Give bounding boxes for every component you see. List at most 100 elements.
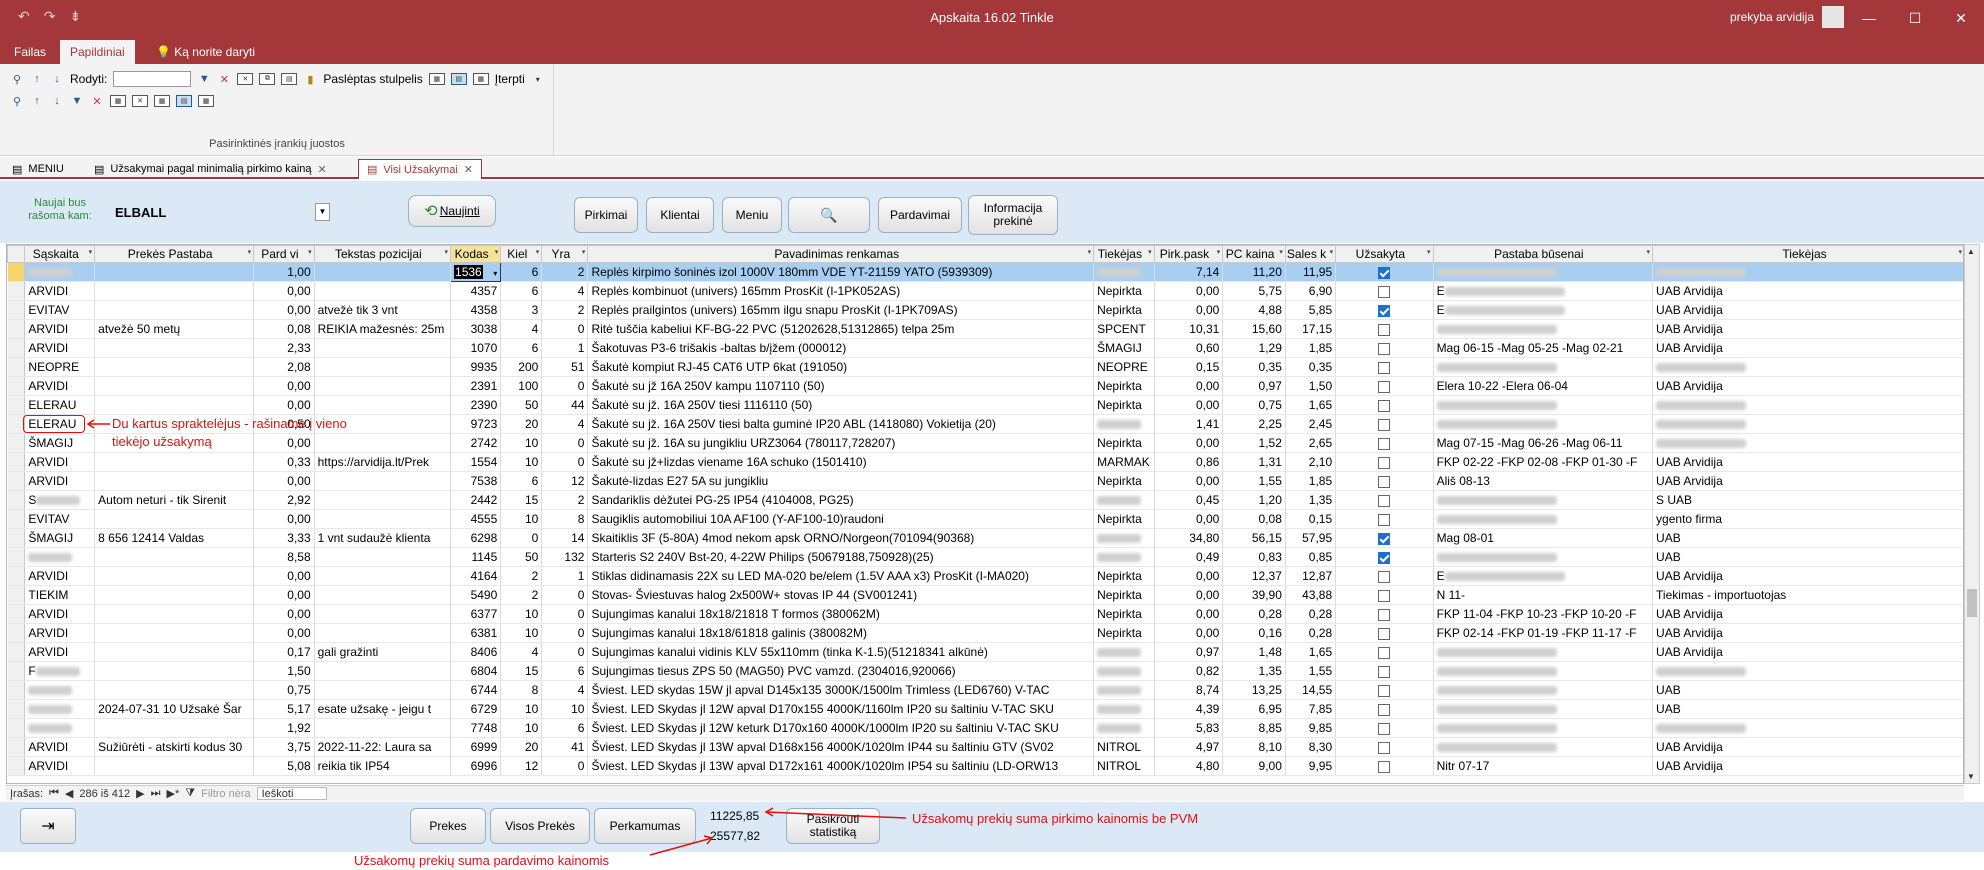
table-cell[interactable]: 0,33 (253, 452, 315, 472)
table-cell[interactable]: ARVIDI (24, 642, 96, 662)
row-selector[interactable] (7, 319, 26, 339)
table-cell[interactable]: 8 (500, 680, 543, 700)
table-cell[interactable]: 0 (541, 319, 589, 339)
table-cell[interactable]: ARVIDI (24, 471, 96, 491)
row-selector[interactable] (7, 300, 26, 320)
table-cell[interactable]: Sujungimas tiesus ZPS 50 (MAG50) PVC vam… (587, 661, 1095, 681)
table-cell[interactable] (1433, 509, 1654, 529)
table-cell[interactable]: UAB Arvidija (1652, 319, 1963, 339)
table-cell[interactable]: Saugiklis automobiliui 10A AF100 (Y-AF10… (587, 509, 1095, 529)
table-cell[interactable] (94, 623, 255, 643)
row-selector[interactable] (7, 661, 26, 681)
table-cell[interactable]: 2,45 (1285, 414, 1337, 434)
table-cell[interactable]: Mag 06-15 -Mag 05-25 -Mag 02-21 (1433, 338, 1654, 358)
table-cell[interactable]: UAB Arvidija (1652, 604, 1963, 624)
table-cell[interactable]: 4,97 (1154, 737, 1224, 757)
column-filter-dropdown-icon[interactable]: ▾ (445, 248, 449, 256)
table-cell[interactable]: 1,65 (1285, 395, 1337, 415)
table-cell[interactable]: NITROL (1093, 737, 1155, 757)
scrollbar-thumb[interactable] (1967, 589, 1977, 617)
table-cell[interactable] (1335, 319, 1434, 339)
table-cell[interactable] (94, 509, 255, 529)
row-selector[interactable] (7, 756, 26, 776)
maximize-button[interactable]: ☐ (1892, 0, 1938, 36)
table-cell[interactable]: 1,00 (253, 262, 315, 282)
copy-icon[interactable]: ⧉ (259, 73, 276, 85)
table-cell[interactable]: 0,00 (1154, 433, 1224, 453)
table-cell[interactable] (1433, 737, 1654, 757)
table-cell[interactable]: 0,28 (1222, 604, 1286, 624)
table-cell[interactable]: UAB Arvidija (1652, 623, 1963, 643)
table-cell[interactable]: 0,00 (253, 509, 315, 529)
ordered-checkbox[interactable] (1378, 380, 1391, 393)
avatar[interactable] (1822, 6, 1844, 28)
table-cell[interactable]: 6999 (450, 737, 502, 757)
table-cell[interactable] (94, 642, 255, 662)
row-selector[interactable] (7, 490, 26, 510)
table-cell[interactable]: 0,28 (1285, 623, 1337, 643)
table-cell[interactable]: Šakutė su jž. 16A 250V tiesi 1116110 (50… (587, 395, 1095, 415)
table-cell[interactable]: Šakutė su jž 16A 250V kampu 1107110 (50) (587, 376, 1095, 396)
table-cell[interactable]: 2024-07-31 10 Užsakė Šar (94, 699, 255, 719)
table-cell[interactable]: Šviest. LED Skydas jl 13W apval D172x161… (587, 756, 1095, 776)
table-cell[interactable]: Skaitiklis 3F (5-80A) 4mod nekom apsk OR… (587, 528, 1095, 548)
table-cell[interactable]: Mag 07-15 -Mag 06-26 -Mag 06-11 (1433, 433, 1654, 453)
table-cell[interactable] (1335, 585, 1434, 605)
table-cell[interactable]: 8,30 (1285, 737, 1337, 757)
table-cell[interactable] (94, 376, 255, 396)
table-cell[interactable]: Replės prailgintos (univers) 165mm ilgu … (587, 300, 1095, 320)
table-cell[interactable]: 0 (541, 376, 589, 396)
table-cell[interactable]: ŠMAGIJ (24, 433, 96, 453)
table-cell[interactable] (1093, 547, 1155, 567)
table-cell[interactable] (314, 262, 452, 282)
table-cell[interactable]: 2 (541, 300, 589, 320)
table-cell[interactable]: 8 (541, 509, 589, 529)
table-cell[interactable]: 0,83 (1222, 547, 1286, 567)
table-cell[interactable] (94, 661, 255, 681)
table-row[interactable]: ELERAU 0,00 2390 50 44 Šakutė su jž. 16A 250V… (7, 395, 1963, 415)
column-filter-dropdown-icon[interactable]: ▾ (1330, 248, 1334, 256)
table-cell[interactable]: 12 (541, 471, 589, 491)
table-cell[interactable]: 6,95 (1222, 699, 1286, 719)
tab-papildiniai[interactable]: Papildiniai (60, 40, 135, 64)
chevron-down-icon[interactable]: ▾ (531, 72, 545, 86)
table-cell[interactable]: 5,17 (253, 699, 315, 719)
table-cell[interactable] (1652, 357, 1963, 377)
table-cell[interactable]: Šviest. LED skydas 15W jl apval D145x135… (587, 680, 1095, 700)
table-cell[interactable]: Sujungimas kanalui 18x18/21818 T formos … (587, 604, 1095, 624)
doc-tab-uzsakymai-min[interactable]: ▤ Užsakymai pagal minimalią pirkimo kain… (86, 159, 335, 179)
table-cell[interactable]: 6729 (450, 699, 502, 719)
vertical-scrollbar[interactable]: ▲ ▼ (1964, 244, 1980, 784)
table-cell[interactable] (1335, 661, 1434, 681)
scroll-down-icon[interactable]: ▼ (1967, 772, 1975, 781)
table-row[interactable]: ARVIDI Sužiūrėti - atskirti kodus 30 3,75 2… (7, 737, 1963, 757)
table-cell[interactable] (94, 262, 255, 282)
table-cell[interactable]: 0,00 (1154, 281, 1224, 301)
table-cell[interactable]: 57,95 (1285, 528, 1337, 548)
table-cell[interactable]: Šakotuvas P3-6 trišakis -baltas b/įžem (… (587, 338, 1095, 358)
table-row[interactable]: ARVIDI 0,00 4357 6 4 Replės kombinuot (univer… (7, 281, 1963, 301)
table-cell[interactable]: 50 (500, 547, 543, 567)
table-cell[interactable]: ARVIDI (24, 737, 96, 757)
column-header[interactable]: Sales k ▾ (1284, 245, 1337, 263)
table-cell[interactable]: atvežė 50 metų (94, 319, 255, 339)
table-cell[interactable]: Nepirkta (1093, 395, 1155, 415)
row-selector-header[interactable] (7, 245, 26, 263)
table-cell[interactable]: 2 (500, 566, 543, 586)
ordered-checkbox[interactable] (1378, 475, 1391, 488)
table-cell[interactable]: E (1433, 566, 1654, 586)
table-cell[interactable]: 9935 (450, 357, 502, 377)
filter-icon[interactable]: ⧩ (185, 787, 195, 800)
table-cell[interactable]: Šakutė su jž. 16A su jungikliu URZ3064 (… (587, 433, 1095, 453)
selected-view-icon[interactable]: ▤ (176, 95, 192, 107)
row-selector[interactable] (7, 528, 26, 548)
table-cell[interactable] (1652, 395, 1963, 415)
table-cell[interactable]: ARVIDI (24, 756, 96, 776)
table-row[interactable]: ARVIDI 0,33 https://arvidija.lt/Prek 1554 10… (7, 452, 1963, 472)
table-cell[interactable] (314, 661, 452, 681)
table-cell[interactable]: 4555 (450, 509, 502, 529)
table-cell[interactable] (1433, 357, 1654, 377)
table-cell[interactable]: 4 (500, 642, 543, 662)
table-cell[interactable] (94, 357, 255, 377)
table-row[interactable]: EVITAV 0,00 4555 10 8 Saugiklis automobiliui … (7, 509, 1963, 529)
